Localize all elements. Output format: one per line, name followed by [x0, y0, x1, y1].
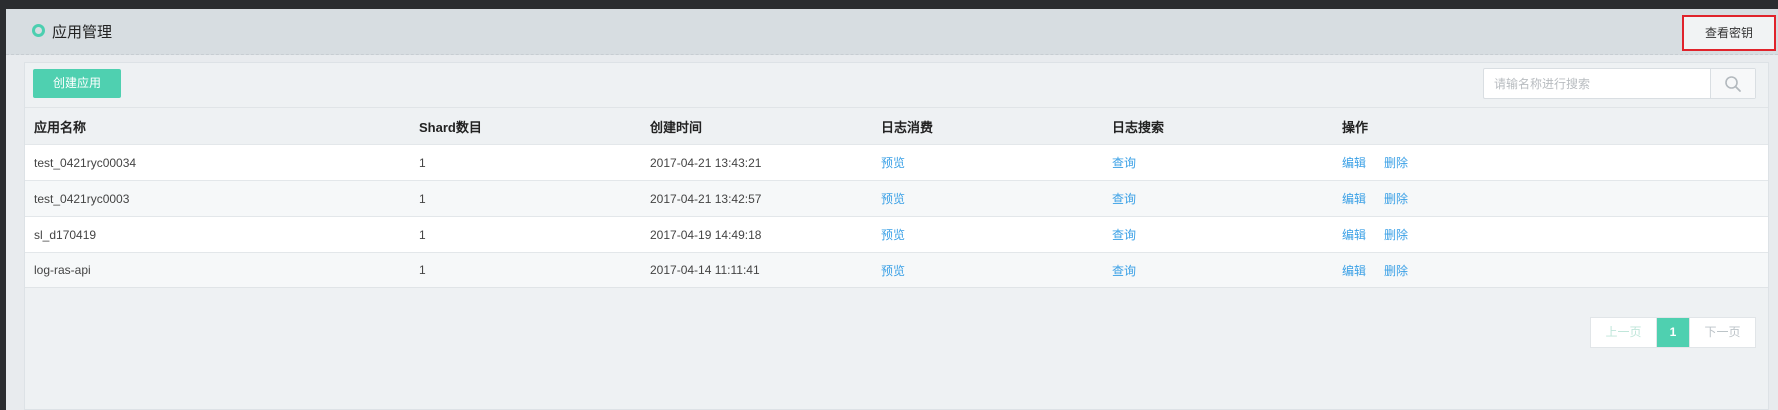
- app-name-cell: test_0421ryc00034: [34, 155, 137, 170]
- delete-link[interactable]: 删除: [1384, 264, 1408, 278]
- next-page-button[interactable]: 下一页: [1689, 318, 1755, 347]
- table-header-row: 应用名称 Shard数目 创建时间 日志消费 日志搜索 操作: [25, 107, 1768, 144]
- create-app-button[interactable]: 创建应用: [33, 69, 121, 98]
- app-name-cell: log-ras-api: [34, 263, 91, 277]
- delete-link[interactable]: 删除: [1384, 228, 1408, 242]
- search-box: [1483, 68, 1756, 99]
- delete-link[interactable]: 删除: [1384, 156, 1408, 170]
- pagination: 上一页 1 下一页: [1590, 317, 1756, 348]
- column-header-name: 应用名称: [34, 119, 87, 135]
- column-header-log-search: 日志搜索: [1112, 119, 1165, 135]
- query-link[interactable]: 查询: [1112, 264, 1136, 278]
- table-row: test_0421ryc00034 1 2017-04-21 13:43:21 …: [25, 144, 1768, 180]
- shard-count-cell: 1: [419, 263, 426, 277]
- table-row: test_0421ryc0003 1 2017-04-21 13:42:57 预…: [25, 180, 1768, 216]
- edit-link[interactable]: 编辑: [1342, 228, 1366, 242]
- delete-link[interactable]: 删除: [1384, 192, 1408, 206]
- created-time-cell: 2017-04-21 13:43:21: [650, 155, 762, 170]
- query-link[interactable]: 查询: [1112, 228, 1136, 242]
- page-header: 应用管理 查看密钥: [6, 9, 1778, 55]
- app-management-page: 应用管理 查看密钥 创建应用 应用名称 Shard数目 创建时间 日志消费 日志…: [6, 9, 1778, 410]
- column-header-shards: Shard数目: [419, 119, 482, 135]
- column-header-actions: 操作: [1342, 119, 1369, 135]
- shard-count-cell: 1: [419, 227, 426, 242]
- page-title: 应用管理: [52, 24, 113, 41]
- edit-link[interactable]: 编辑: [1342, 156, 1366, 170]
- table-row: sl_d170419 1 2017-04-19 14:49:18 预览 查询 编…: [25, 216, 1768, 252]
- edit-link[interactable]: 编辑: [1342, 264, 1366, 278]
- search-button[interactable]: [1710, 69, 1755, 98]
- search-input[interactable]: [1484, 69, 1700, 98]
- created-time-cell: 2017-04-14 11:11:41: [650, 263, 760, 277]
- view-key-button[interactable]: 查看密钥: [1682, 15, 1776, 51]
- page-1-button[interactable]: 1: [1657, 318, 1689, 347]
- prev-page-button[interactable]: 上一页: [1591, 318, 1657, 347]
- shard-count-cell: 1: [419, 155, 426, 170]
- column-header-log-consume: 日志消费: [881, 119, 934, 135]
- app-table: 应用名称 Shard数目 创建时间 日志消费 日志搜索 操作 test_0421…: [25, 107, 1768, 288]
- created-time-cell: 2017-04-21 13:42:57: [650, 191, 762, 206]
- preview-link[interactable]: 预览: [881, 228, 905, 242]
- query-link[interactable]: 查询: [1112, 192, 1136, 206]
- preview-link[interactable]: 预览: [881, 264, 905, 278]
- edit-link[interactable]: 编辑: [1342, 192, 1366, 206]
- created-time-cell: 2017-04-19 14:49:18: [650, 227, 762, 242]
- table-row: log-ras-api 1 2017-04-14 11:11:41 预览 查询 …: [25, 252, 1768, 288]
- preview-link[interactable]: 预览: [881, 192, 905, 206]
- column-header-created: 创建时间: [650, 119, 703, 135]
- app-list-panel: 创建应用 应用名称 Shard数目 创建时间 日志消费 日志搜索 操作 test…: [24, 62, 1769, 410]
- search-icon: [1725, 76, 1741, 92]
- query-link[interactable]: 查询: [1112, 156, 1136, 170]
- app-name-cell: test_0421ryc0003: [34, 191, 130, 206]
- app-name-cell: sl_d170419: [34, 227, 97, 242]
- preview-link[interactable]: 预览: [881, 156, 905, 170]
- circle-icon: [32, 24, 45, 37]
- shard-count-cell: 1: [419, 191, 426, 206]
